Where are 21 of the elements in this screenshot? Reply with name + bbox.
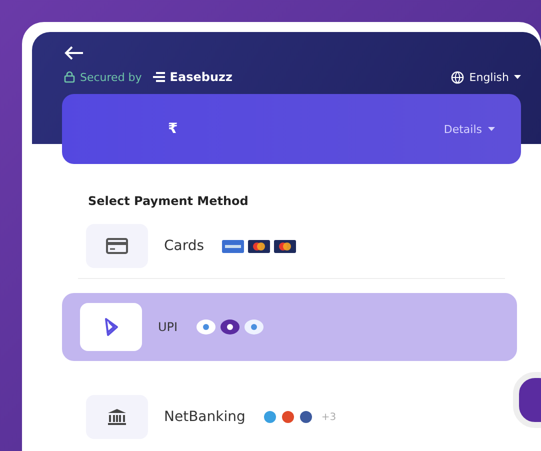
secured-by-label: Secured by [80, 70, 142, 84]
method-label: Cards [164, 238, 204, 254]
payment-method-row[interactable]: UPI [62, 293, 517, 361]
bank-icon [107, 408, 127, 426]
credit-card-icon [106, 238, 128, 254]
brand-logo-icon [152, 72, 165, 82]
language-selector[interactable]: English [451, 70, 521, 84]
section-title: Select Payment Method [88, 194, 250, 208]
caret-icon [514, 75, 521, 79]
method-label: UPI [158, 320, 178, 334]
caret-icon [488, 127, 495, 131]
details-toggle[interactable]: Details [438, 122, 501, 136]
globe-icon [451, 70, 464, 84]
method-label: NetBanking [164, 409, 246, 425]
lock-icon [64, 71, 75, 83]
payment-method-row[interactable]: Cards [66, 222, 517, 270]
more-count: +3 [321, 412, 336, 422]
back-arrow-icon[interactable] [64, 46, 84, 60]
brand-name: Easebuzz [170, 70, 232, 84]
currency-symbol: ₹ [168, 121, 178, 137]
payment-method-row[interactable]: NetBanking +3 [66, 393, 517, 441]
